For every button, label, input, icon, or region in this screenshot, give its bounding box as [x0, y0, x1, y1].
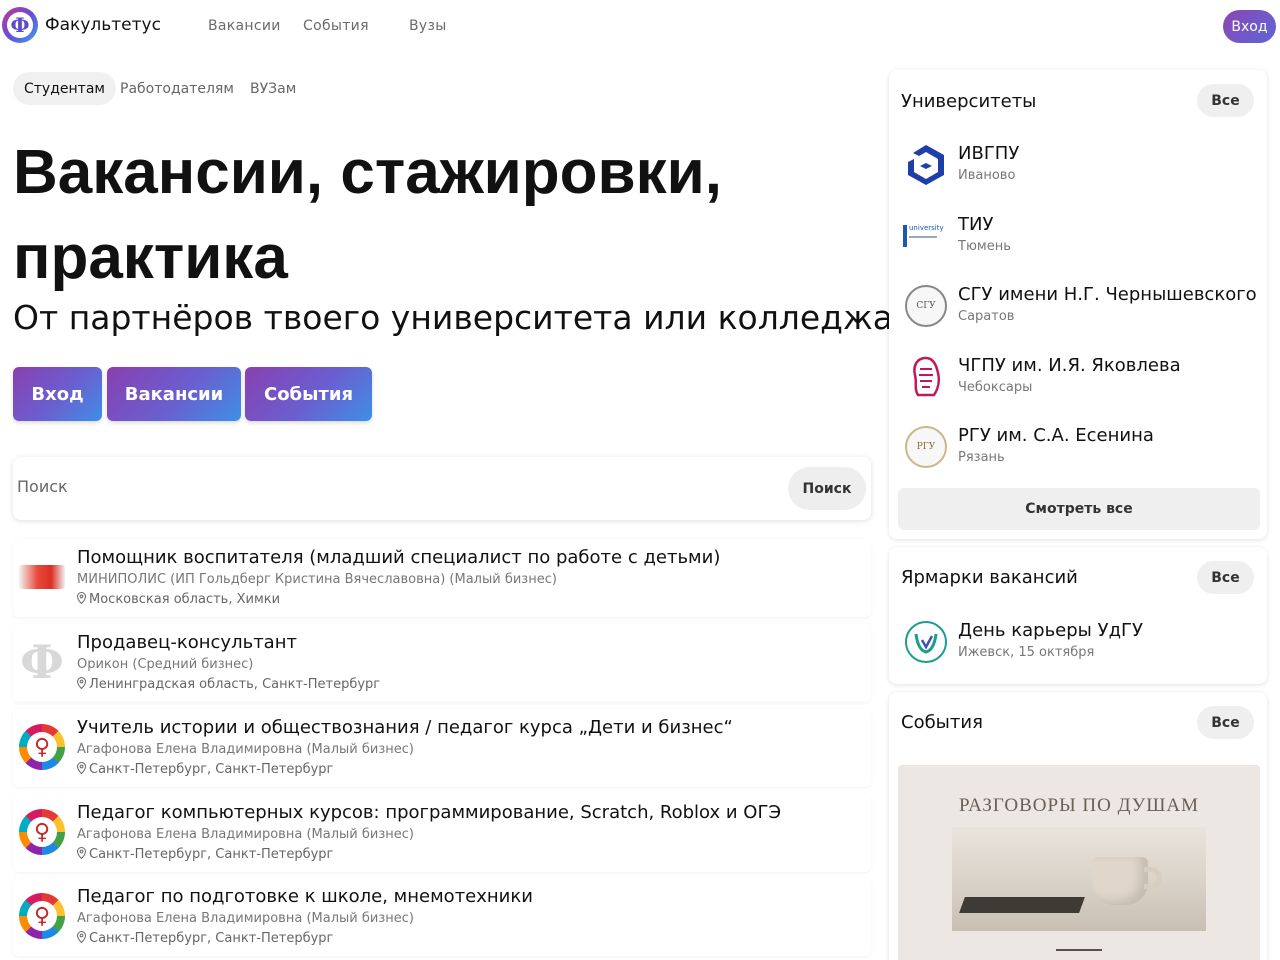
- udgu-logo-icon: [903, 619, 949, 665]
- nav-universities[interactable]: Вузы: [409, 18, 447, 34]
- university-item[interactable]: СГУ СГУ имени Н.Г. Чернышевского Саратов: [901, 279, 1261, 335]
- university-item[interactable]: РГУ РГУ им. С.А. Есенина Рязань: [901, 420, 1261, 476]
- vacancy-company: Агафонова Елена Владимировна (Малый бизн…: [77, 827, 414, 842]
- job-fairs-title: Ярмарки вакансий: [901, 567, 1078, 588]
- search-box: Поиск: [13, 457, 871, 520]
- hero-events-button[interactable]: События: [245, 367, 372, 421]
- brand-name[interactable]: Факультетус: [45, 15, 161, 35]
- vacancy-card[interactable]: ♀ Педагог компьютерных курсов: программи…: [13, 794, 871, 872]
- sgu-logo-text: СГУ: [905, 285, 947, 327]
- job-fairs-card: Ярмарки вакансий Все День карьеры УдГУ И…: [889, 547, 1267, 684]
- university-name: РГУ им. С.А. Есенина: [958, 425, 1154, 446]
- vacancy-location-text: Санкт-Петербург, Санкт-Петербург: [89, 847, 334, 862]
- vacancy-title[interactable]: Продавец-консультант: [77, 632, 297, 653]
- nav-events[interactable]: События: [303, 18, 369, 34]
- vacancy-location-text: Санкт-Петербург, Санкт-Петербург: [89, 931, 334, 946]
- rgu-logo-text: РГУ: [905, 426, 947, 468]
- job-fairs-all-button[interactable]: Все: [1197, 561, 1254, 594]
- universities-card: Университеты Все ИВГПУ Иваново universit…: [889, 70, 1267, 539]
- vacancy-location: Санкт-Петербург, Санкт-Петербург: [77, 847, 333, 862]
- location-pin-icon: [77, 847, 86, 859]
- location-pin-icon: [77, 762, 86, 774]
- vacancy-card[interactable]: ♀ Учитель истории и обществознания / пед…: [13, 709, 871, 787]
- logo-icon[interactable]: Ф: [2, 7, 38, 43]
- divider: [1056, 949, 1102, 951]
- events-card: События Все РАЗГОВОРЫ ПО ДУШАМ: [889, 692, 1267, 960]
- university-item[interactable]: university ТИУ Тюмень: [901, 209, 1261, 265]
- vacancy-company: Орикон (Средний бизнес): [77, 657, 254, 672]
- events-title: События: [901, 712, 983, 733]
- events-all-button[interactable]: Все: [1197, 706, 1254, 739]
- vacancy-card[interactable]: Помощник воспитателя (младший специалист…: [13, 539, 871, 617]
- tiu-logo-icon: university: [903, 213, 949, 259]
- vacancy-location: Санкт-Петербург, Санкт-Петербург: [77, 762, 333, 777]
- vacancy-location: Санкт-Петербург, Санкт-Петербург: [77, 931, 333, 946]
- university-name: ИВГПУ: [958, 143, 1020, 164]
- logo-glyph: Ф: [7, 12, 33, 38]
- tab-employers[interactable]: Работодателям: [120, 72, 234, 105]
- header: Ф Факультетус Вакансии События Вузы Вход: [0, 0, 1280, 54]
- vacancy-company: МИНИПОЛИС (ИП Гольдберг Кристина Вячесла…: [77, 572, 557, 587]
- hero-title: Вакансии, стажировки, практика: [13, 138, 723, 292]
- mosaic-logo-icon: ♀: [16, 806, 68, 858]
- job-fair-name: День карьеры УдГУ: [958, 620, 1143, 641]
- vacancy-location-text: Московская область, Химки: [89, 592, 281, 607]
- vacancy-company: Агафонова Елена Владимировна (Малый бизн…: [77, 911, 414, 926]
- hero-login-button[interactable]: Вход: [13, 367, 102, 421]
- vacancy-title[interactable]: Педагог компьютерных курсов: программиро…: [77, 802, 781, 823]
- university-city: Чебоксары: [958, 380, 1033, 395]
- search-button[interactable]: Поиск: [788, 467, 866, 510]
- vacancy-location: Московская область, Химки: [77, 592, 280, 607]
- university-name: СГУ имени Н.Г. Чернышевского: [958, 284, 1257, 305]
- vacancy-location: Ленинградская область, Санкт-Петербург: [77, 677, 380, 692]
- event-banner-title: РАЗГОВОРЫ ПО ДУШАМ: [958, 795, 1200, 816]
- coffee-cup-photo: [952, 827, 1206, 931]
- university-city: Иваново: [958, 168, 1016, 183]
- rgu-logo-icon: РГУ: [903, 424, 949, 470]
- vacancy-card[interactable]: Ф Продавец-консультант Орикон (Средний б…: [13, 624, 871, 702]
- vacancy-title[interactable]: Педагог по подготовке к школе, мнемотехн…: [77, 886, 533, 907]
- university-city: Рязань: [958, 450, 1005, 465]
- university-item[interactable]: ЧГПУ им. И.Я. Яковлева Чебоксары: [901, 350, 1261, 406]
- minipolis-logo-icon: [16, 551, 68, 603]
- phi-glyph: Ф: [20, 635, 64, 689]
- ivgpu-logo-icon: [903, 142, 949, 188]
- login-button[interactable]: Вход: [1223, 10, 1276, 43]
- chgpu-logo-icon: [903, 354, 949, 400]
- tiu-logo-text: university: [909, 224, 944, 232]
- universities-all-button[interactable]: Все: [1197, 84, 1254, 117]
- vacancy-title[interactable]: Помощник воспитателя (младший специалист…: [77, 547, 720, 568]
- vacancy-title[interactable]: Учитель истории и обществознания / педаг…: [77, 717, 733, 738]
- university-city: Саратов: [958, 309, 1015, 324]
- nav-vacancies[interactable]: Вакансии: [208, 18, 281, 34]
- location-pin-icon: [77, 931, 86, 943]
- mosaic-logo-icon: ♀: [16, 890, 68, 942]
- vacancy-card[interactable]: ♀ Педагог по подготовке к школе, мнемоте…: [13, 878, 871, 956]
- job-fair-meta: Ижевск, 15 октября: [958, 645, 1095, 660]
- location-pin-icon: [77, 677, 86, 689]
- tab-students[interactable]: Студентам: [13, 72, 116, 105]
- event-banner-image[interactable]: РАЗГОВОРЫ ПО ДУШАМ: [898, 765, 1260, 960]
- sgu-logo-icon: СГУ: [903, 283, 949, 329]
- university-name: ТИУ: [958, 214, 994, 235]
- tab-universities[interactable]: ВУЗам: [250, 72, 296, 105]
- hero-vacancies-button[interactable]: Вакансии: [107, 367, 241, 421]
- placeholder-phi-logo-icon: Ф: [16, 636, 68, 688]
- universities-title: Университеты: [901, 91, 1037, 112]
- location-pin-icon: [77, 592, 86, 604]
- vacancy-company: Агафонова Елена Владимировна (Малый бизн…: [77, 742, 414, 757]
- mosaic-logo-icon: ♀: [16, 721, 68, 773]
- hero-subtitle: От партнёров твоего университета или кол…: [13, 298, 893, 337]
- job-fair-item[interactable]: День карьеры УдГУ Ижевск, 15 октября: [901, 615, 1261, 671]
- vacancy-location-text: Санкт-Петербург, Санкт-Петербург: [89, 762, 334, 777]
- university-item[interactable]: ИВГПУ Иваново: [901, 138, 1261, 194]
- search-input[interactable]: [17, 477, 717, 496]
- see-all-universities-button[interactable]: Смотреть все: [898, 488, 1260, 530]
- vacancy-location-text: Ленинградская область, Санкт-Петербург: [89, 677, 381, 692]
- university-name: ЧГПУ им. И.Я. Яковлева: [958, 355, 1181, 376]
- university-city: Тюмень: [958, 239, 1011, 254]
